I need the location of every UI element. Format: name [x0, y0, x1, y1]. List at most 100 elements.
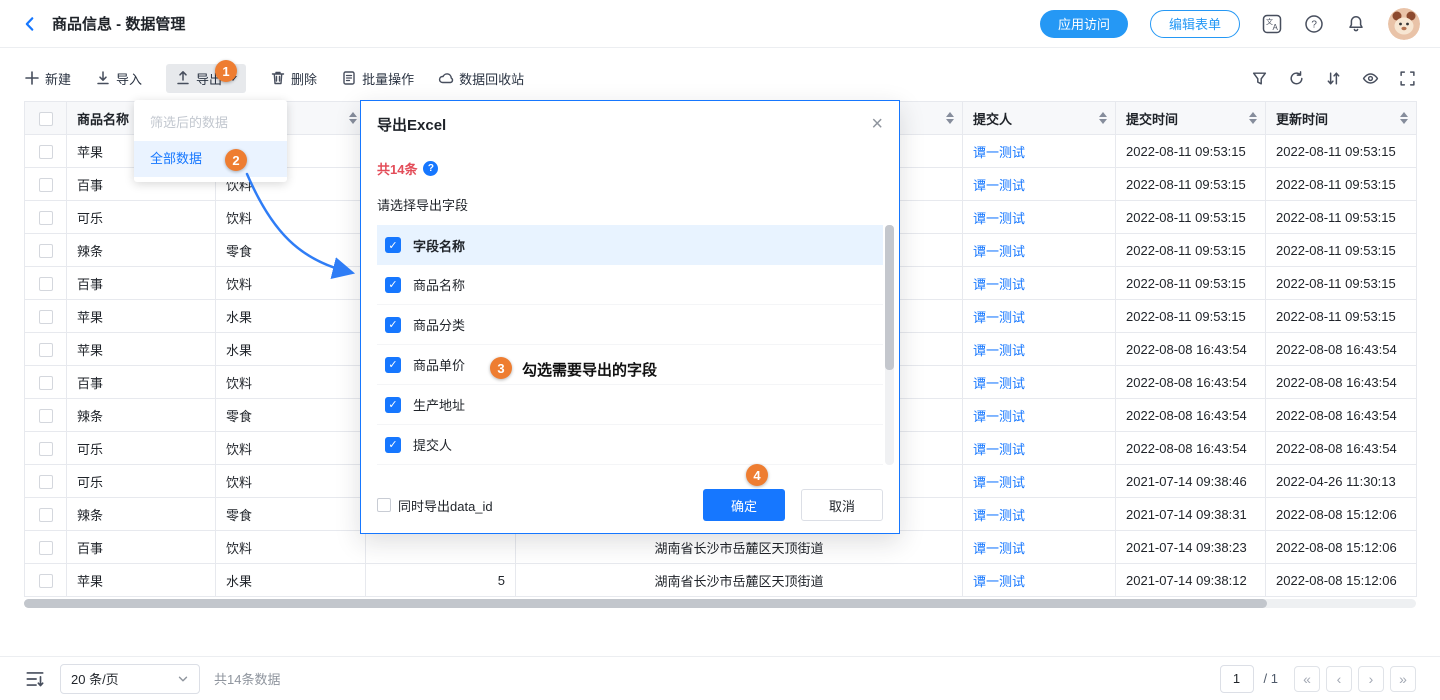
sort-toggle[interactable]	[349, 112, 357, 124]
cell-address: 湖南省长沙市岳麓区天顶街道	[516, 564, 963, 597]
export-field-item[interactable]: 商品分类	[377, 305, 883, 345]
field-checkbox-checked[interactable]	[385, 317, 401, 333]
question-icon[interactable]	[423, 161, 438, 176]
page-size-select[interactable]: 20 条/页	[60, 664, 200, 694]
refresh-icon[interactable]	[1288, 70, 1305, 87]
row-checkbox[interactable]	[39, 277, 53, 291]
row-checkbox[interactable]	[39, 574, 53, 588]
field-checkbox-checked[interactable]	[385, 397, 401, 413]
submitter-link[interactable]: 谭一测试	[973, 442, 1025, 457]
row-checkbox[interactable]	[39, 178, 53, 192]
cell-submitter: 谭一测试	[963, 234, 1116, 267]
row-checkbox[interactable]	[39, 541, 53, 555]
row-checkbox[interactable]	[39, 145, 53, 159]
sort-toggle[interactable]	[1249, 112, 1257, 124]
cell-category: 饮料	[216, 366, 366, 399]
pager-last-icon[interactable]	[1390, 666, 1416, 692]
export-field-item[interactable]: 字段名称	[377, 225, 883, 265]
submitter-link[interactable]: 谭一测试	[973, 508, 1025, 523]
pager-next-icon[interactable]	[1358, 666, 1384, 692]
submitter-link[interactable]: 谭一测试	[973, 541, 1025, 556]
select-all-checkbox[interactable]	[39, 112, 53, 126]
row-checkbox[interactable]	[39, 211, 53, 225]
submitter-link[interactable]: 谭一测试	[973, 211, 1025, 226]
export-field-item[interactable]: 商品名称	[377, 265, 883, 305]
recycle-bin-button[interactable]: 数据回收站	[438, 69, 524, 88]
translate-icon[interactable]: 文A	[1262, 14, 1282, 34]
cell-submitter: 谭一测试	[963, 333, 1116, 366]
cell-submit-time: 2022-08-11 09:53:15	[1116, 267, 1266, 300]
modal-footer: 同时导出data_id 确定 取消	[377, 489, 883, 521]
cell-update-time: 2022-08-11 09:53:15	[1266, 234, 1417, 267]
row-checkbox[interactable]	[39, 409, 53, 423]
row-checkbox[interactable]	[39, 244, 53, 258]
edit-form-button[interactable]: 编辑表单	[1150, 10, 1240, 38]
export-menu-item[interactable]: 筛选后的数据	[134, 105, 287, 141]
export-field-item[interactable]: 提交人	[377, 425, 883, 465]
help-icon[interactable]: ?	[1304, 14, 1324, 34]
export-dataid-option[interactable]: 同时导出data_id	[377, 496, 493, 515]
submitter-link[interactable]: 谭一测试	[973, 376, 1025, 391]
submitter-link[interactable]: 谭一测试	[973, 574, 1025, 589]
cell-update-time: 2022-08-11 09:53:15	[1266, 267, 1417, 300]
submitter-link[interactable]: 谭一测试	[973, 343, 1025, 358]
submitter-link[interactable]: 谭一测试	[973, 244, 1025, 259]
row-checkbox[interactable]	[39, 376, 53, 390]
field-checkbox-checked[interactable]	[385, 437, 401, 453]
svg-text:A: A	[1273, 23, 1279, 32]
cancel-button[interactable]: 取消	[801, 489, 883, 521]
submitter-link[interactable]: 谭一测试	[973, 409, 1025, 424]
sort-icon[interactable]	[1325, 70, 1342, 87]
step-4-badge: 4	[746, 464, 768, 486]
confirm-button[interactable]: 确定	[703, 489, 785, 521]
total-count: 共14条数据	[214, 669, 280, 688]
cell-submitter: 谭一测试	[963, 498, 1116, 531]
page-number-input[interactable]	[1220, 665, 1254, 693]
sort-toggle[interactable]	[1400, 112, 1408, 124]
pager-first-icon[interactable]	[1294, 666, 1320, 692]
dataid-checkbox[interactable]	[377, 498, 391, 512]
filter-icon[interactable]	[1251, 70, 1268, 87]
cell-update-time: 2022-08-08 16:43:54	[1266, 366, 1417, 399]
row-checkbox[interactable]	[39, 442, 53, 456]
row-checkbox[interactable]	[39, 508, 53, 522]
submitter-link[interactable]: 谭一测试	[973, 145, 1025, 160]
submitter-link[interactable]: 谭一测试	[973, 475, 1025, 490]
field-checkbox-checked[interactable]	[385, 237, 401, 253]
fullscreen-icon[interactable]	[1399, 70, 1416, 87]
export-menu-item[interactable]: 全部数据	[134, 141, 287, 177]
import-button[interactable]: 导入	[95, 69, 142, 88]
row-height-icon[interactable]	[24, 668, 46, 690]
back-icon[interactable]	[20, 14, 40, 34]
field-checkbox-checked[interactable]	[385, 357, 401, 373]
batch-actions-button[interactable]: 批量操作	[341, 69, 414, 88]
bell-icon[interactable]	[1346, 14, 1366, 34]
cell-category: 零食	[216, 399, 366, 432]
row-checkbox[interactable]	[39, 310, 53, 324]
delete-button[interactable]: 删除	[270, 69, 317, 88]
cell-submitter: 谭一测试	[963, 432, 1116, 465]
row-checkbox[interactable]	[39, 343, 53, 357]
app-access-button[interactable]: 应用访问	[1040, 10, 1128, 38]
cell-submitter: 谭一测试	[963, 399, 1116, 432]
cell-product-name: 苹果	[67, 300, 216, 333]
cell-submitter: 谭一测试	[963, 564, 1116, 597]
submitter-link[interactable]: 谭一测试	[973, 178, 1025, 193]
new-button[interactable]: 新建	[24, 69, 71, 88]
avatar[interactable]	[1388, 8, 1420, 40]
sort-toggle[interactable]	[1099, 112, 1107, 124]
sort-toggle[interactable]	[946, 112, 954, 124]
horizontal-scrollbar-thumb[interactable]	[24, 599, 1267, 608]
cell-submitter: 谭一测试	[963, 531, 1116, 564]
close-icon[interactable]	[871, 114, 883, 134]
modal-scrollbar-thumb[interactable]	[885, 225, 894, 370]
pager-prev-icon[interactable]	[1326, 666, 1352, 692]
field-checkbox-checked[interactable]	[385, 277, 401, 293]
row-checkbox[interactable]	[39, 475, 53, 489]
cell-submit-time: 2022-08-11 09:53:15	[1116, 300, 1266, 333]
eye-icon[interactable]	[1362, 70, 1379, 87]
cell-category: 饮料	[216, 465, 366, 498]
submitter-link[interactable]: 谭一测试	[973, 310, 1025, 325]
submitter-link[interactable]: 谭一测试	[973, 277, 1025, 292]
export-field-item[interactable]: 生产地址	[377, 385, 883, 425]
